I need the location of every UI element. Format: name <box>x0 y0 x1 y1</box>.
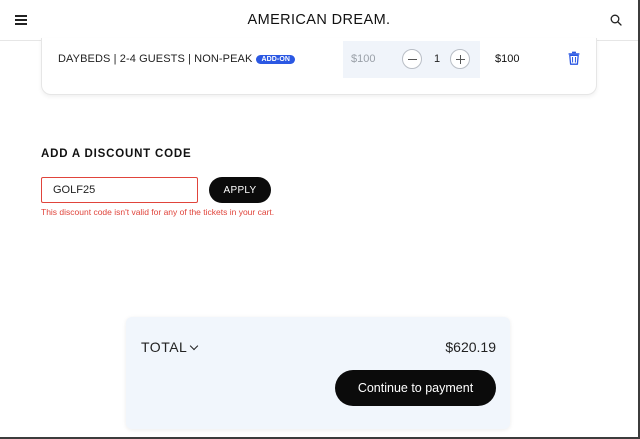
trash-icon[interactable] <box>567 51 581 65</box>
quantity-stepper: $100 1 <box>343 41 480 78</box>
cart-item-name: DAYBEDS | 2-4 GUESTS | NON-PEAK ADD-ON <box>58 53 296 65</box>
cart-item-title: DAYBEDS | 2-4 GUESTS | NON-PEAK <box>58 53 253 65</box>
site-header: AMERICAN DREAM. <box>0 0 638 41</box>
chevron-down-icon <box>190 341 199 351</box>
discount-code-input[interactable] <box>41 177 198 203</box>
order-total-card: TOTAL $620.19 Continue to payment <box>126 317 510 429</box>
total-amount: $620.19 <box>445 339 496 355</box>
brand-logo[interactable]: AMERICAN DREAM. <box>0 12 638 28</box>
unit-price: $100 <box>351 53 376 65</box>
cart-item-card: DAYBEDS | 2-4 GUESTS | NON-PEAK ADD-ON $1… <box>41 38 597 95</box>
apply-discount-button[interactable]: APPLY <box>209 177 271 203</box>
search-icon[interactable] <box>610 14 622 26</box>
addon-badge: ADD-ON <box>256 55 296 64</box>
quantity-value: 1 <box>433 53 441 65</box>
increase-quantity-button[interactable] <box>450 49 470 69</box>
line-total: $100 <box>495 53 520 65</box>
continue-to-payment-button[interactable]: Continue to payment <box>335 370 496 406</box>
total-label: TOTAL <box>141 339 188 355</box>
total-toggle[interactable]: TOTAL <box>141 339 199 355</box>
discount-error-message: This discount code isn't valid for any o… <box>41 207 275 217</box>
decrease-quantity-button[interactable] <box>402 49 422 69</box>
checkout-page: AMERICAN DREAM. DAYBEDS | 2-4 GUESTS | N… <box>0 0 640 439</box>
discount-section-title: ADD A DISCOUNT CODE <box>41 148 192 160</box>
